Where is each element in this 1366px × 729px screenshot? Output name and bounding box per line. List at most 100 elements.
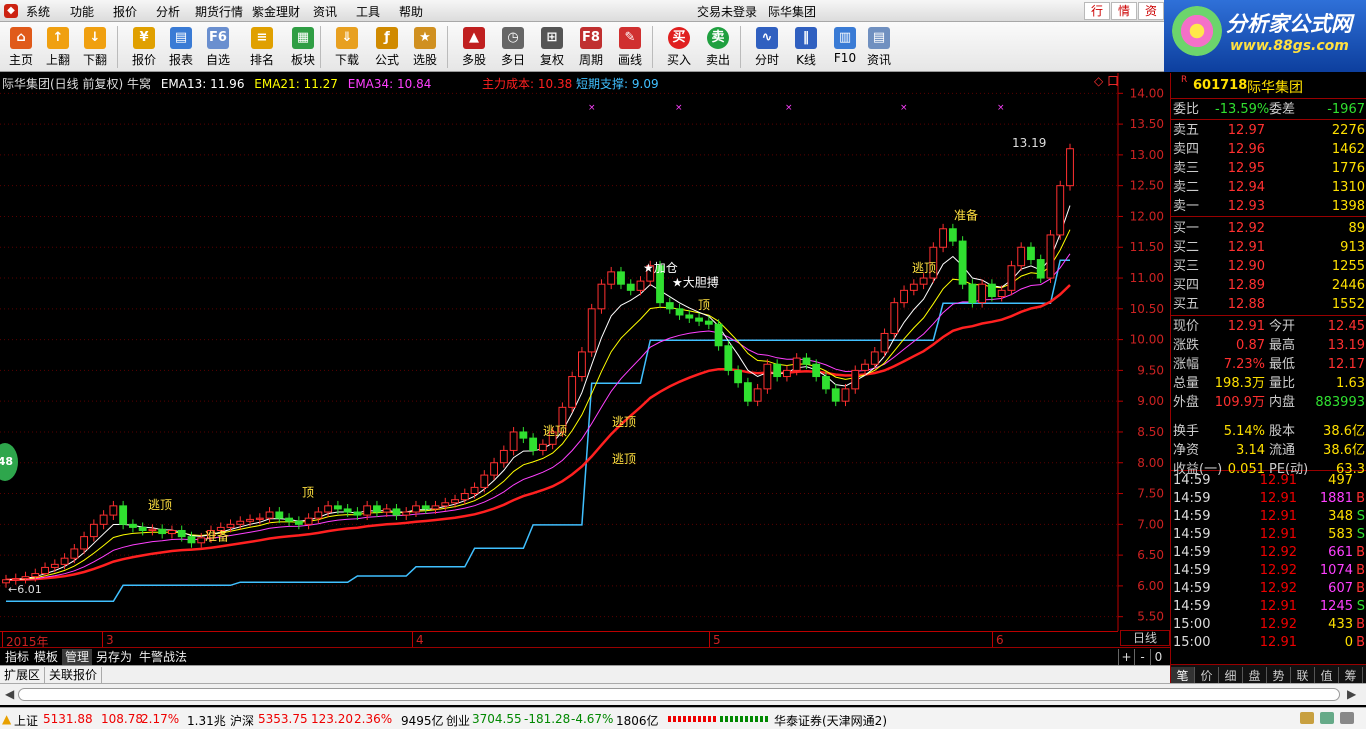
- menu-quote[interactable]: 报价: [113, 3, 137, 20]
- toolbar-kline-button[interactable]: ‖ K线: [787, 24, 825, 70]
- level-label: 卖四: [1173, 142, 1200, 157]
- zoom-out-button[interactable]: -: [1134, 649, 1150, 665]
- toolbar-draw-line-button[interactable]: ✎ 画线: [611, 24, 649, 70]
- candle-body: [333, 505, 342, 510]
- f10-icon: ▥: [834, 27, 856, 49]
- quote-tab[interactable]: 势: [1267, 667, 1291, 684]
- period-label[interactable]: 日线: [1120, 630, 1170, 646]
- toolbar-f6-button[interactable]: F6 自选: [199, 24, 237, 70]
- price-tick-label: 8.50: [1137, 425, 1164, 439]
- toolbar-clock-button[interactable]: ◷ 多日: [494, 24, 532, 70]
- toolbar-arrow-down-button[interactable]: ↓ 下翻: [76, 24, 114, 70]
- stat-value: 109.9万: [1214, 395, 1265, 410]
- candle-body: [197, 537, 206, 544]
- candle-body: [236, 520, 245, 525]
- date-axis: 2015年 3 4 5 6: [0, 631, 1118, 649]
- stat-label-2: 股本: [1269, 424, 1296, 439]
- toolbar-restore-right-button[interactable]: ⊞ 复权: [533, 24, 571, 70]
- tab-template[interactable]: 模板: [31, 649, 61, 665]
- tab-extension[interactable]: 扩展区: [0, 667, 46, 683]
- toolbar-sector-button[interactable]: ▦ 板块: [284, 24, 322, 70]
- toolbar-buy-button[interactable]: 买买入: [660, 24, 698, 70]
- toolbar-home-button[interactable]: ⌂ 主页: [2, 24, 40, 70]
- toolbar-button-label: K线: [796, 53, 816, 67]
- zoom-in-button[interactable]: +: [1118, 649, 1134, 665]
- menu-news[interactable]: 资讯: [313, 3, 337, 20]
- bid-row[interactable]: 买三 12.90 1255: [1171, 257, 1366, 276]
- candle-body: [158, 528, 167, 535]
- trade-time: 14:59: [1173, 581, 1211, 596]
- logo-title: 分析家公式网: [1226, 12, 1352, 36]
- tab-manage[interactable]: 管理: [62, 649, 93, 665]
- horizontal-scrollbar[interactable]: ◀ ▶: [0, 683, 1366, 705]
- toolbar-arrow-up-button[interactable]: ↑ 上翻: [39, 24, 77, 70]
- toolbar-download-button[interactable]: ⇓ 下载: [328, 24, 366, 70]
- quote-tab[interactable]: 联: [1291, 667, 1315, 684]
- menu-analysis[interactable]: 分析: [156, 3, 180, 20]
- market-window-button[interactable]: 情: [1111, 2, 1137, 20]
- network-icon[interactable]: [1320, 712, 1334, 724]
- toolbar-news-button[interactable]: ▤ 资讯: [860, 24, 898, 70]
- stat-label-2: 流通: [1269, 443, 1296, 458]
- menu-help[interactable]: 帮助: [399, 3, 423, 20]
- bid-row[interactable]: 买一 12.92 89: [1171, 219, 1366, 238]
- quote-tab[interactable]: 价: [1195, 667, 1219, 684]
- ask-row[interactable]: 卖一 12.93 1398: [1171, 197, 1366, 216]
- toolbar-pick-stock-button[interactable]: ★ 选股: [406, 24, 444, 70]
- candle-body: [460, 493, 469, 501]
- ask-row[interactable]: 卖三 12.95 1776: [1171, 159, 1366, 178]
- menu-system[interactable]: 系统: [26, 3, 50, 20]
- toolbar-report-button[interactable]: ▤ 报表: [162, 24, 200, 70]
- pick-stock-icon: ★: [414, 27, 436, 49]
- menu-function[interactable]: 功能: [70, 3, 94, 20]
- toolbar-multi-stock-button[interactable]: ▲ 多股: [455, 24, 493, 70]
- scroll-track[interactable]: [18, 688, 1340, 701]
- info-window-button[interactable]: 资: [1138, 2, 1164, 20]
- min-price-label: ←6.01: [8, 583, 42, 596]
- level-label: 买五: [1173, 297, 1200, 312]
- ask-row[interactable]: 卖五 12.97 2276: [1171, 121, 1366, 140]
- toolbar-f10-button[interactable]: ▥ F10: [826, 24, 864, 70]
- stat-value-2: 12.45: [1327, 319, 1365, 334]
- scroll-left-icon[interactable]: ◀: [5, 687, 14, 701]
- signal-bars-icon: [668, 716, 716, 722]
- menu-finance[interactable]: 紫金理财: [252, 3, 300, 20]
- stat-label: 外盘: [1173, 395, 1200, 410]
- bid-row[interactable]: 买五 12.88 1552: [1171, 295, 1366, 314]
- bid-row[interactable]: 买二 12.91 913: [1171, 238, 1366, 257]
- toolbar-f8-button[interactable]: F8 周期: [572, 24, 610, 70]
- bid-row[interactable]: 买四 12.89 2446: [1171, 276, 1366, 295]
- menu-futures[interactable]: 期货行情: [195, 3, 243, 20]
- lock-icon[interactable]: [1300, 712, 1314, 724]
- kline-chart-area[interactable]: 14.00 13.50 13.00 12.50 12.00 11.50 11.00 10.50…: [0, 73, 1170, 665]
- price-tick-label: 8.00: [1137, 456, 1164, 470]
- draw-line-icon: ✎: [619, 27, 641, 49]
- toolbar-formula-button[interactable]: ƒ 公式: [368, 24, 406, 70]
- ask-row[interactable]: 卖二 12.94 1310: [1171, 178, 1366, 197]
- rank-icon: ≡: [251, 27, 273, 49]
- scroll-right-icon[interactable]: ▶: [1347, 687, 1356, 701]
- tab-save-as[interactable]: 另存为: [93, 649, 135, 665]
- candle-body: [685, 314, 694, 319]
- tab-indicator[interactable]: 指标: [2, 649, 32, 665]
- trade-price: 12.92: [1259, 617, 1297, 632]
- quote-window-button[interactable]: 行: [1084, 2, 1110, 20]
- quote-tab[interactable]: 盘: [1243, 667, 1267, 684]
- menu-tools[interactable]: 工具: [356, 3, 380, 20]
- toolbar-timeshare-button[interactable]: ∿ 分时: [748, 24, 786, 70]
- toolbar-sell-button[interactable]: 卖卖出: [699, 24, 737, 70]
- price-tick-label: 14.00: [1130, 86, 1164, 100]
- quote-tab[interactable]: 筹: [1339, 667, 1363, 684]
- toolbar-rank-button[interactable]: ≡ 排名: [243, 24, 281, 70]
- kline-chart[interactable]: 14.00 13.50 13.00 12.50 12.00 11.50 11.00 10.50…: [0, 73, 1170, 631]
- quote-tab[interactable]: 细: [1219, 667, 1243, 684]
- toolbar-quote-button[interactable]: ¥ 报价: [125, 24, 163, 70]
- tab-strategy[interactable]: 牛警战法: [136, 649, 190, 665]
- settings-icon[interactable]: [1340, 712, 1354, 724]
- quote-tab[interactable]: 值: [1315, 667, 1339, 684]
- zoom-reset-button[interactable]: 0: [1150, 649, 1166, 665]
- tab-related-quote[interactable]: 关联报价: [45, 667, 103, 683]
- ask-row[interactable]: 卖四 12.96 1462: [1171, 140, 1366, 159]
- ema13-line: [5, 205, 1071, 581]
- quote-tab[interactable]: 笔: [1171, 667, 1195, 684]
